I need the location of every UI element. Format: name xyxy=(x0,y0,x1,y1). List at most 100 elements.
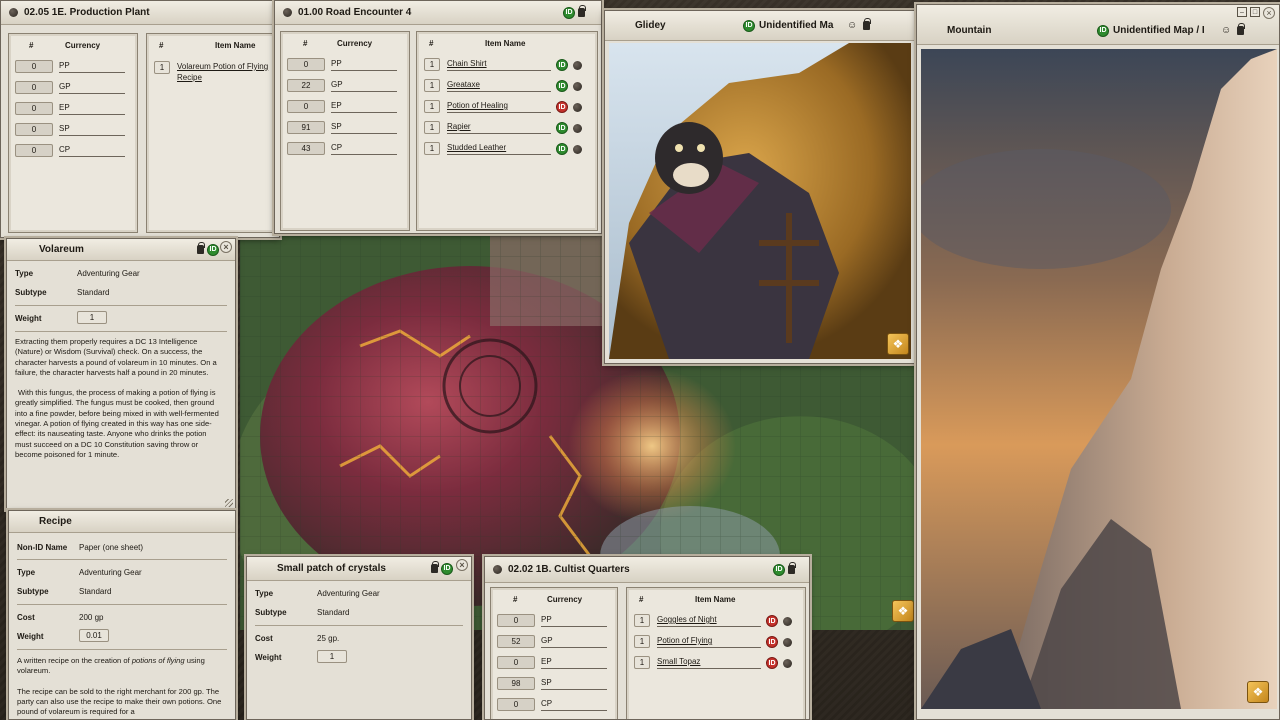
item-id-unidentified-icon[interactable]: ID xyxy=(766,636,778,648)
item-description[interactable]: A written recipe on the creation of poti… xyxy=(17,656,225,719)
currency-code-pp: PP xyxy=(59,60,125,73)
weight-field[interactable]: 0.01 xyxy=(79,629,109,642)
item-name-link[interactable]: Chain Shirt xyxy=(447,58,551,71)
item-delete-icon[interactable] xyxy=(783,617,792,626)
window-titlebar[interactable]: 01.00 Road Encounter 4 ID xyxy=(275,1,601,25)
resize-handle-icon[interactable] xyxy=(225,499,233,507)
weight-field[interactable]: 1 xyxy=(317,650,347,663)
item-name-link[interactable]: Potion of Flying xyxy=(657,635,761,648)
id-toggle-icon[interactable]: ID xyxy=(207,243,219,256)
currency-amount-ep[interactable]: 0 xyxy=(287,100,325,113)
window-title: Volareum xyxy=(39,244,84,255)
item-name-link[interactable]: Goggles of Night xyxy=(657,614,761,627)
item-qty[interactable]: 1 xyxy=(634,635,650,648)
item-id-unidentified-icon[interactable]: ID xyxy=(766,615,778,627)
window-menu-icon[interactable] xyxy=(493,565,502,574)
glidey-portrait-image[interactable]: ❖ xyxy=(609,43,911,359)
currency-amount-cp[interactable]: 0 xyxy=(497,698,535,711)
mountain-image[interactable]: ❖ xyxy=(921,49,1277,709)
lock-icon[interactable] xyxy=(863,18,872,30)
item-id-identified-icon[interactable]: ID xyxy=(556,143,568,155)
currency-amount-pp[interactable]: 0 xyxy=(15,60,53,73)
id-toggle-icon[interactable]: ID xyxy=(743,19,755,32)
item-name-link[interactable]: Small Topaz xyxy=(657,656,761,669)
minimize-icon[interactable]: – xyxy=(1237,7,1247,17)
item-qty[interactable]: 1 xyxy=(424,100,440,113)
id-toggle-icon[interactable]: ID xyxy=(773,563,785,576)
item-name-link[interactable]: Rapier xyxy=(447,121,551,134)
currency-amount-sp[interactable]: 91 xyxy=(287,121,325,134)
currency-amount-sp[interactable]: 98 xyxy=(497,677,535,690)
item-delete-icon[interactable] xyxy=(573,61,582,70)
window-titlebar[interactable]: 02.05 1E. Production Plant xyxy=(1,1,279,25)
window-titlebar[interactable]: Mountain ID Unidentified Map / I ☺ xyxy=(917,5,1279,45)
currency-amount-ep[interactable]: 0 xyxy=(497,656,535,669)
currency-amount-sp[interactable]: 0 xyxy=(15,123,53,136)
currency-amount-cp[interactable]: 43 xyxy=(287,142,325,155)
currency-amount-gp[interactable]: 0 xyxy=(15,81,53,94)
mask-icon[interactable]: ☺ xyxy=(847,20,857,31)
item-delete-icon[interactable] xyxy=(783,638,792,647)
lock-icon[interactable] xyxy=(578,5,586,17)
window-menu-icon[interactable] xyxy=(283,8,292,17)
mountain-link-icon[interactable]: ❖ xyxy=(1247,681,1269,703)
lock-icon[interactable] xyxy=(788,562,796,574)
window-mountain: Mountain ID Unidentified Map / I ☺ – □ × xyxy=(916,4,1280,720)
window-titlebar[interactable]: Small patch of crystals ID × xyxy=(247,557,471,581)
mask-icon[interactable]: ☺ xyxy=(1221,25,1231,36)
item-name-link[interactable]: Greataxe xyxy=(447,79,551,92)
close-icon[interactable]: × xyxy=(1263,7,1275,19)
id-toggle-icon[interactable]: ID xyxy=(563,6,575,19)
currency-code-ep: EP xyxy=(331,100,397,113)
item-id-identified-icon[interactable]: ID xyxy=(556,59,568,71)
item-qty[interactable]: 1 xyxy=(424,58,440,71)
item-name-link[interactable]: Potion of Healing xyxy=(447,100,551,113)
currency-amount-gp[interactable]: 52 xyxy=(497,635,535,648)
portrait-link-icon[interactable]: ❖ xyxy=(887,333,909,355)
item-delete-icon[interactable] xyxy=(573,145,582,154)
item-delete-icon[interactable] xyxy=(573,82,582,91)
window-titlebar[interactable]: Glidey ID Unidentified Ma ☺ xyxy=(605,11,915,41)
currency-amount-ep[interactable]: 0 xyxy=(15,102,53,115)
item-description[interactable]: Extracting them properly requires a DC 1… xyxy=(15,337,225,470)
window-title: 02.05 1E. Production Plant xyxy=(24,7,150,18)
item-qty[interactable]: 1 xyxy=(634,656,650,669)
item-id-unidentified-icon[interactable]: ID xyxy=(766,657,778,669)
window-menu-icon[interactable] xyxy=(9,8,18,17)
item-qty[interactable]: 1 xyxy=(424,79,440,92)
item-delete-icon[interactable] xyxy=(573,124,582,133)
currency-amount-pp[interactable]: 0 xyxy=(497,614,535,627)
currency-code-ep: EP xyxy=(59,102,125,115)
item-delete-icon[interactable] xyxy=(783,659,792,668)
id-toggle-icon[interactable]: ID xyxy=(441,562,453,575)
id-toggle-icon[interactable]: ID xyxy=(1097,24,1109,37)
battle-map-link-icon[interactable]: ❖ xyxy=(892,600,914,622)
window-titlebar[interactable]: Recipe xyxy=(9,511,235,533)
items-num-header: # xyxy=(159,41,164,50)
lock-icon[interactable] xyxy=(1237,23,1246,35)
item-qty[interactable]: 1 xyxy=(634,614,650,627)
maximize-icon[interactable]: □ xyxy=(1250,7,1260,17)
currency-amount-pp[interactable]: 0 xyxy=(287,58,325,71)
lock-icon[interactable] xyxy=(197,242,205,254)
item-name-link[interactable]: Volareum Potion of Flying Recipe xyxy=(177,62,277,83)
close-icon[interactable]: × xyxy=(220,241,232,253)
weight-field[interactable]: 1 xyxy=(77,311,107,324)
currency-code-gp: GP xyxy=(541,635,607,648)
divider xyxy=(17,559,227,560)
item-id-unidentified-icon[interactable]: ID xyxy=(556,101,568,113)
currency-header: Currency xyxy=(547,595,583,604)
item-id-identified-icon[interactable]: ID xyxy=(556,122,568,134)
window-titlebar[interactable]: 02.02 1B. Cultist Quarters ID xyxy=(485,557,809,583)
currency-amount-gp[interactable]: 22 xyxy=(287,79,325,92)
item-id-identified-icon[interactable]: ID xyxy=(556,80,568,92)
item-qty[interactable]: 1 xyxy=(424,142,440,155)
close-icon[interactable]: × xyxy=(456,559,468,571)
window-titlebar[interactable]: Volareum ID × xyxy=(7,239,235,261)
item-name-link[interactable]: Studded Leather xyxy=(447,142,551,155)
item-qty[interactable]: 1 xyxy=(424,121,440,134)
item-qty[interactable]: 1 xyxy=(154,61,170,74)
currency-amount-cp[interactable]: 0 xyxy=(15,144,53,157)
lock-icon[interactable] xyxy=(431,561,439,573)
item-delete-icon[interactable] xyxy=(573,103,582,112)
